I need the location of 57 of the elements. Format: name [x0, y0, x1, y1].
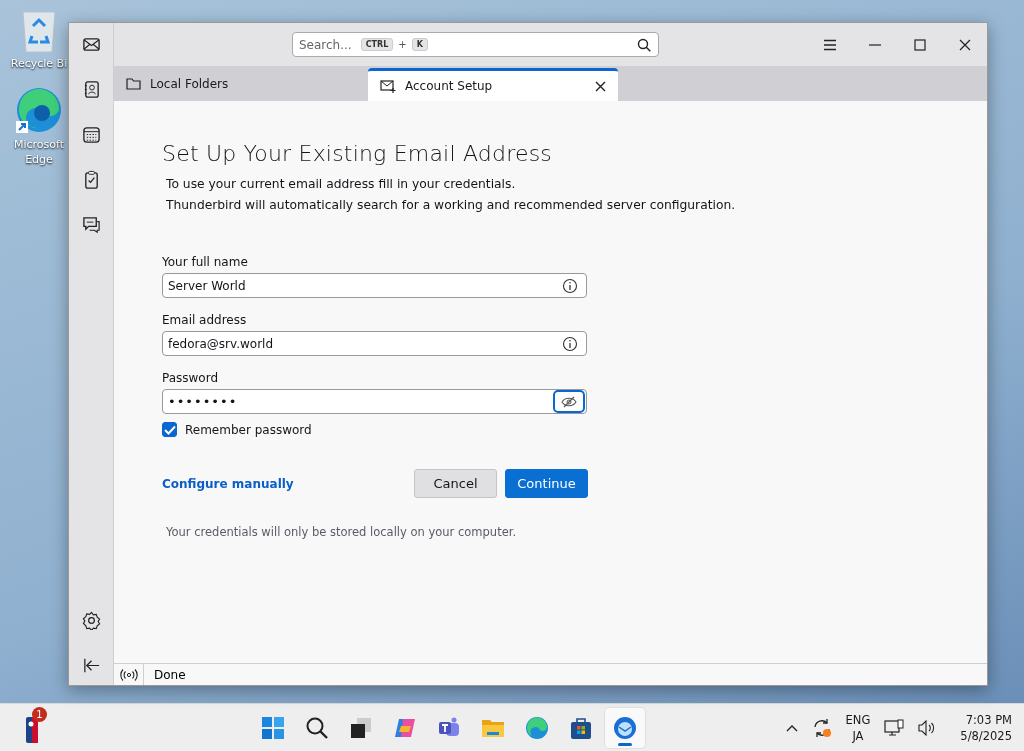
key-separator: + — [398, 39, 407, 50]
checkbox[interactable] — [162, 422, 177, 437]
intro-text: To use your current email address fill in your credentials. — [166, 176, 517, 192]
chat-icon[interactable] — [81, 215, 101, 234]
tab[interactable]: Account Setup — [368, 68, 618, 101]
calendar-icon[interactable] — [81, 125, 101, 144]
signal-icon — [119, 668, 138, 681]
input-field[interactable]: •••••••• — [162, 389, 587, 414]
sync-icon[interactable] — [811, 717, 832, 738]
network-icon[interactable] — [884, 718, 905, 737]
search-placeholder: Search... — [299, 37, 352, 52]
input-field[interactable]: Server World — [162, 273, 587, 298]
configure-manually-link[interactable]: Configure manually — [162, 476, 294, 491]
eye-slash-icon — [561, 395, 577, 408]
minimize-icon — [868, 43, 881, 46]
task-view-icon — [348, 715, 373, 740]
close-icon — [958, 38, 971, 51]
recycle-bin-icon[interactable] — [19, 8, 59, 54]
search-field[interactable]: Search... CTRL + K — [292, 32, 659, 57]
close-tab-icon[interactable] — [595, 80, 606, 92]
page-title: Set Up Your Existing Email Address — [162, 141, 553, 166]
status-text: Done — [153, 667, 186, 682]
search-icon — [304, 715, 329, 740]
settings-icon[interactable] — [81, 611, 101, 630]
mail-app-icon — [611, 714, 638, 741]
keyboard-key: CTRL — [360, 38, 394, 51]
note-text: Your credentials will only be stored locally on your computer. — [166, 525, 518, 539]
tab[interactable]: Local Folders — [114, 66, 368, 101]
search-icon — [637, 37, 651, 52]
collapse-icon[interactable] — [81, 656, 101, 675]
windows-logo-icon — [260, 715, 285, 740]
field-label: Password — [162, 371, 220, 385]
language-indicator[interactable]: ENG JA — [845, 712, 871, 743]
maximize-icon — [913, 38, 926, 51]
cancel-button[interactable]: Cancel — [414, 469, 497, 498]
mail-icon[interactable] — [81, 35, 101, 54]
info-icon[interactable] — [562, 277, 578, 294]
folder-icon — [126, 77, 141, 90]
intro-text: Thunderbird will automatically search for a working and recommended server configuration. — [166, 197, 737, 213]
browser-icon — [524, 715, 549, 740]
sports-logo-icon[interactable] — [26, 716, 38, 743]
field-label: Email address — [162, 313, 248, 327]
show-password-button[interactable] — [553, 390, 585, 413]
menu-icon — [822, 38, 837, 51]
keyboard-key: K — [411, 38, 428, 51]
field-label: Your full name — [162, 255, 249, 269]
notification-badge: 1 — [32, 706, 47, 722]
browser-icon[interactable] — [14, 85, 64, 136]
clock[interactable]: 7:03 PM 5/8/2025 — [960, 712, 1012, 743]
volume-icon[interactable] — [918, 719, 937, 736]
mail-add-icon — [380, 79, 396, 93]
chevron-up-icon[interactable] — [785, 723, 798, 732]
continue-button[interactable]: Continue — [505, 469, 588, 498]
input-field[interactable]: fedora@srv.world — [162, 331, 587, 356]
info-icon[interactable] — [562, 335, 578, 352]
checkbox-label: Remember password — [185, 422, 312, 437]
store-bag-icon — [568, 715, 593, 740]
